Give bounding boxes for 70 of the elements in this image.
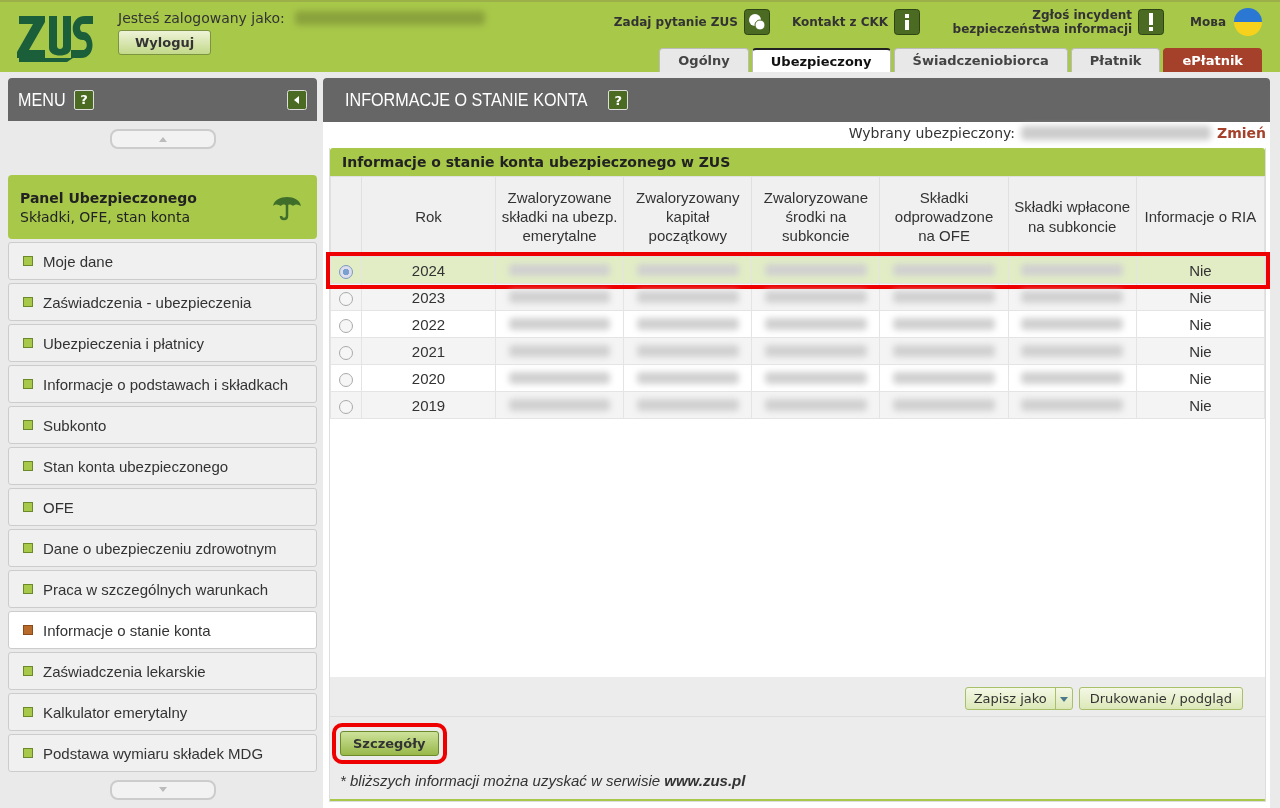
- radio-button[interactable]: [339, 345, 353, 360]
- radio-button[interactable]: [339, 291, 353, 306]
- flag-icon[interactable]: [1234, 8, 1262, 36]
- panel-card[interactable]: Panel Ubezpieczonego Składki, OFE, stan konta: [8, 174, 317, 240]
- logged-in-label: Jesteś zalogowany jako:: [118, 10, 285, 26]
- exclamation-icon[interactable]: [1138, 9, 1165, 35]
- logout-button[interactable]: Wyloguj: [118, 30, 212, 55]
- table-cell: 2019: [361, 391, 496, 419]
- menu-item[interactable]: Zaświadczenia - ubezpieczenia: [8, 283, 317, 322]
- table-cell: Nie: [1136, 310, 1265, 338]
- table-cell: Nie: [1136, 391, 1265, 419]
- language-link[interactable]: Мова: [1190, 15, 1226, 29]
- menu-item[interactable]: Informacje o stanie konta: [8, 611, 317, 650]
- down-arrow-icon: [158, 787, 167, 794]
- column-header: Składki odprowadzone na OFE: [879, 176, 1009, 257]
- menu-item[interactable]: Moje dane: [8, 242, 317, 281]
- help-button[interactable]: ?: [608, 90, 629, 110]
- column-header: Informacje o RIA: [1136, 176, 1265, 257]
- menu-item[interactable]: Subkonto: [8, 406, 317, 445]
- tab[interactable]: Ubezpieczony: [751, 48, 891, 72]
- tab[interactable]: Świadczeniobiorca: [893, 48, 1068, 72]
- tab[interactable]: Płatnik: [1070, 48, 1161, 72]
- scroll-up-button[interactable]: [109, 129, 216, 149]
- scroll-down-button[interactable]: [109, 780, 216, 800]
- header-link[interactable]: Zadaj pytanie ZUS: [613, 15, 738, 29]
- table-title: Informacje o stanie konta ubezpieczonego w ZUS: [330, 148, 1265, 176]
- table-cell: 2021: [361, 337, 496, 365]
- radio-button[interactable]: [339, 372, 353, 387]
- page-title: INFORMACJE O STANIE KONTA: [345, 89, 588, 111]
- info-icon[interactable]: [894, 9, 921, 35]
- table-cell: Nie: [1136, 337, 1265, 365]
- column-header: Zwaloryzowane składki na ubezp. emerytalne: [495, 176, 624, 257]
- menu-item[interactable]: Dane o ubezpieczeniu zdrowotnym: [8, 529, 317, 568]
- menu-item[interactable]: Podstawa wymiaru składek MDG: [8, 734, 317, 773]
- menu-title: MENU: [18, 88, 66, 111]
- selected-insured-label: Wybrany ubezpieczony:: [848, 125, 1015, 141]
- column-header: Zwaloryzowany kapitał początkowy: [623, 176, 752, 257]
- table-cell: 2024: [361, 256, 496, 284]
- table-cell: Nie: [1136, 364, 1265, 392]
- table-cell: 2022: [361, 310, 496, 338]
- radio-button[interactable]: [339, 264, 353, 279]
- menu-item[interactable]: Praca w szczególnych warunkach: [8, 570, 317, 609]
- details-button[interactable]: Szczegóły: [340, 731, 439, 756]
- header-link[interactable]: Kontakt z CKK: [791, 15, 889, 29]
- print-preview-button[interactable]: Drukowanie / podgląd: [1078, 687, 1243, 710]
- menu-item[interactable]: Ubezpieczenia i płatnicy: [8, 324, 317, 363]
- collapse-icon[interactable]: [287, 89, 307, 110]
- menu-item[interactable]: Informacje o podstawach i składkach: [8, 365, 317, 404]
- panel-title: Panel Ubezpieczonego: [20, 189, 198, 206]
- table-cell: Nie: [1136, 256, 1265, 284]
- up-arrow-icon: [158, 135, 167, 142]
- save-as-button[interactable]: Zapisz jako: [964, 687, 1073, 710]
- tab[interactable]: Ogólny: [659, 48, 749, 72]
- table-cell: 2020: [361, 364, 496, 392]
- help-button[interactable]: ?: [73, 89, 94, 110]
- chat-icon[interactable]: [743, 9, 770, 35]
- menu-item[interactable]: Kalkulator emerytalny: [8, 693, 317, 732]
- menu-item[interactable]: Zaświadczenia lekarskie: [8, 652, 317, 691]
- footnote: * bliższych informacji można uzyskać w serwisie www.zus.pl: [340, 772, 747, 789]
- panel-subtitle: Składki, OFE, stan konta: [20, 208, 191, 225]
- radio-button[interactable]: [339, 318, 353, 333]
- radio-button[interactable]: [339, 399, 353, 414]
- menu-item[interactable]: Stan konta ubezpieczonego: [8, 447, 317, 486]
- menu-item[interactable]: OFE: [8, 488, 317, 527]
- tab[interactable]: ePłatnik: [1163, 48, 1262, 72]
- header-link[interactable]: Zgłoś incydent bezpieczeństwa informacji: [942, 8, 1133, 36]
- column-header: Rok: [361, 176, 496, 257]
- column-header: Składki wpłacone na subkoncie: [1008, 176, 1137, 257]
- change-link[interactable]: Zmień: [1217, 125, 1266, 141]
- column-header: Zwaloryzowane środki na subkoncie: [751, 176, 880, 257]
